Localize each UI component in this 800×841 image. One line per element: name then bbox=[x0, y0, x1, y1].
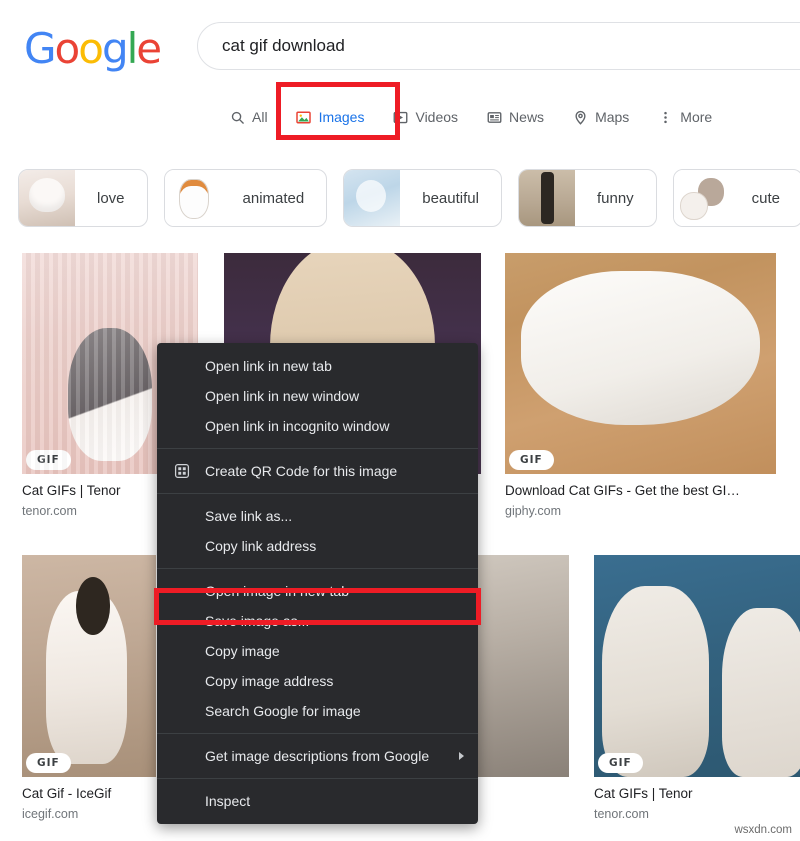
tab-more-label: More bbox=[680, 109, 713, 125]
logo-letter-2: o bbox=[78, 24, 104, 73]
chip-label: funny bbox=[596, 189, 634, 207]
gif-badge: GIF bbox=[26, 753, 71, 773]
menu-item-get-image-descriptions-from-google[interactable]: Get image descriptions from Google bbox=[157, 741, 478, 771]
tab-all-label: All bbox=[252, 109, 268, 125]
image-result-card[interactable]: GIF Cat GIFs | Tenor tenor.com bbox=[594, 555, 800, 821]
chip-beautiful[interactable]: beautiful bbox=[343, 169, 502, 227]
result-thumbnail[interactable]: GIF bbox=[505, 253, 776, 474]
chip-thumbnail bbox=[344, 170, 401, 226]
menu-separator bbox=[157, 733, 478, 734]
result-domain: giphy.com bbox=[505, 504, 562, 518]
menu-item-label: Copy image bbox=[205, 643, 280, 659]
chip-thumbnail bbox=[673, 170, 730, 226]
tab-maps[interactable]: Maps bbox=[558, 100, 643, 134]
watermark: wsxdn.com bbox=[734, 824, 792, 836]
tab-all[interactable]: All bbox=[215, 100, 282, 134]
chip-label: animated bbox=[242, 189, 305, 207]
menu-item-label: Copy link address bbox=[205, 538, 317, 554]
active-tab-underline bbox=[283, 137, 355, 140]
menu-item-label: Open link in incognito window bbox=[205, 418, 390, 434]
result-thumbnail[interactable]: GIF bbox=[594, 555, 800, 777]
menu-item-copy-link-address[interactable]: Copy link address bbox=[157, 531, 478, 561]
menu-item-create-qr-code-for-this-image[interactable]: Create QR Code for this image bbox=[157, 456, 478, 486]
chip-funny[interactable]: funny bbox=[517, 169, 657, 227]
menu-item-save-image-as[interactable]: Save image as... bbox=[157, 606, 478, 636]
chip-love[interactable]: love bbox=[18, 169, 148, 227]
gif-badge: GIF bbox=[598, 753, 643, 773]
tab-images-label: Images bbox=[318, 109, 365, 125]
menu-item-label: Save image as... bbox=[205, 613, 310, 629]
chip-label: love bbox=[97, 189, 125, 207]
qr-code-icon bbox=[173, 462, 191, 480]
menu-item-open-link-in-incognito-window[interactable]: Open link in incognito window bbox=[157, 411, 478, 441]
search-input-value: cat gif download bbox=[222, 36, 345, 55]
map-pin-icon bbox=[572, 109, 588, 125]
logo-letter-3: g bbox=[101, 24, 129, 73]
google-logo[interactable]: Google bbox=[24, 24, 162, 73]
menu-item-label: Open link in new window bbox=[205, 388, 360, 404]
chip-label: beautiful bbox=[422, 189, 479, 207]
related-searches-chips: love animated beautiful funny cute bbox=[0, 160, 800, 236]
result-title[interactable]: Cat Gif - IceGif bbox=[22, 786, 172, 801]
menu-item-open-image-in-new-tab[interactable]: Open image in new tab bbox=[157, 576, 478, 606]
tab-videos-label: Videos bbox=[415, 109, 459, 125]
menu-item-label: Get image descriptions from Google bbox=[205, 748, 430, 764]
browser-context-menu[interactable]: Open link in new tab Open link in new win… bbox=[157, 343, 478, 824]
chip-thumbnail bbox=[518, 170, 575, 226]
chip-animated[interactable]: animated bbox=[163, 169, 328, 227]
tab-more[interactable]: More bbox=[643, 100, 726, 134]
image-result-card[interactable]: GIF Download Cat GIFs - Get the best GI… g… bbox=[505, 253, 776, 518]
menu-item-open-link-in-new-window[interactable]: Open link in new window bbox=[157, 381, 478, 411]
menu-item-label: Copy image address bbox=[205, 673, 334, 689]
result-domain: icegif.com bbox=[22, 807, 79, 821]
menu-item-inspect[interactable]: Inspect bbox=[157, 786, 478, 816]
result-thumbnail[interactable]: GIF bbox=[22, 555, 156, 777]
menu-separator bbox=[157, 493, 478, 494]
tab-images[interactable]: Images bbox=[282, 100, 379, 134]
gif-badge: GIF bbox=[26, 450, 71, 470]
menu-item-search-google-for-image[interactable]: Search Google for image bbox=[157, 696, 478, 726]
menu-item-label: Save link as... bbox=[205, 508, 293, 524]
menu-item-label: Create QR Code for this image bbox=[205, 463, 398, 479]
menu-item-open-link-in-new-tab[interactable]: Open link in new tab bbox=[157, 351, 478, 381]
tab-news[interactable]: News bbox=[472, 100, 558, 134]
news-icon bbox=[486, 109, 502, 125]
menu-item-copy-image-address[interactable]: Copy image address bbox=[157, 666, 478, 696]
image-icon bbox=[296, 109, 312, 125]
menu-item-label: Inspect bbox=[205, 793, 251, 809]
search-input[interactable]: cat gif download bbox=[197, 22, 800, 70]
result-title[interactable]: Cat GIFs | Tenor bbox=[594, 786, 800, 801]
chip-thumbnail bbox=[164, 170, 221, 226]
logo-letter-0: G bbox=[24, 24, 57, 73]
search-icon bbox=[229, 109, 245, 125]
image-result-card[interactable]: GIF Cat Gif - IceGif icegif.com bbox=[22, 555, 156, 821]
logo-letter-4: l bbox=[126, 24, 139, 73]
chip-label: cute bbox=[751, 189, 781, 207]
menu-item-copy-image[interactable]: Copy image bbox=[157, 636, 478, 666]
menu-separator bbox=[157, 568, 478, 569]
menu-separator bbox=[157, 778, 478, 779]
menu-item-save-link-as[interactable]: Save link as... bbox=[157, 501, 478, 531]
tab-news-label: News bbox=[509, 109, 545, 125]
result-domain: tenor.com bbox=[594, 807, 649, 821]
search-header: Google cat gif download All Images Video… bbox=[0, 0, 800, 140]
menu-item-label: Open link in new tab bbox=[205, 358, 332, 374]
video-icon bbox=[392, 109, 408, 125]
gif-badge: GIF bbox=[509, 450, 554, 470]
chip-thumbnail bbox=[19, 170, 75, 226]
more-dots-icon bbox=[657, 109, 673, 125]
chevron-right-icon bbox=[459, 752, 464, 760]
tab-videos[interactable]: Videos bbox=[378, 100, 472, 134]
menu-item-label: Search Google for image bbox=[205, 703, 361, 719]
result-title[interactable]: Download Cat GIFs - Get the best GI… bbox=[505, 483, 776, 498]
tab-maps-label: Maps bbox=[595, 109, 630, 125]
menu-separator bbox=[157, 448, 478, 449]
chip-cute[interactable]: cute bbox=[672, 169, 800, 227]
search-nav-tabs: All Images Videos News Maps More bbox=[215, 100, 726, 138]
logo-letter-1: o bbox=[54, 24, 81, 73]
menu-item-label: Open image in new tab bbox=[205, 583, 349, 599]
logo-letter-5: e bbox=[136, 24, 162, 73]
